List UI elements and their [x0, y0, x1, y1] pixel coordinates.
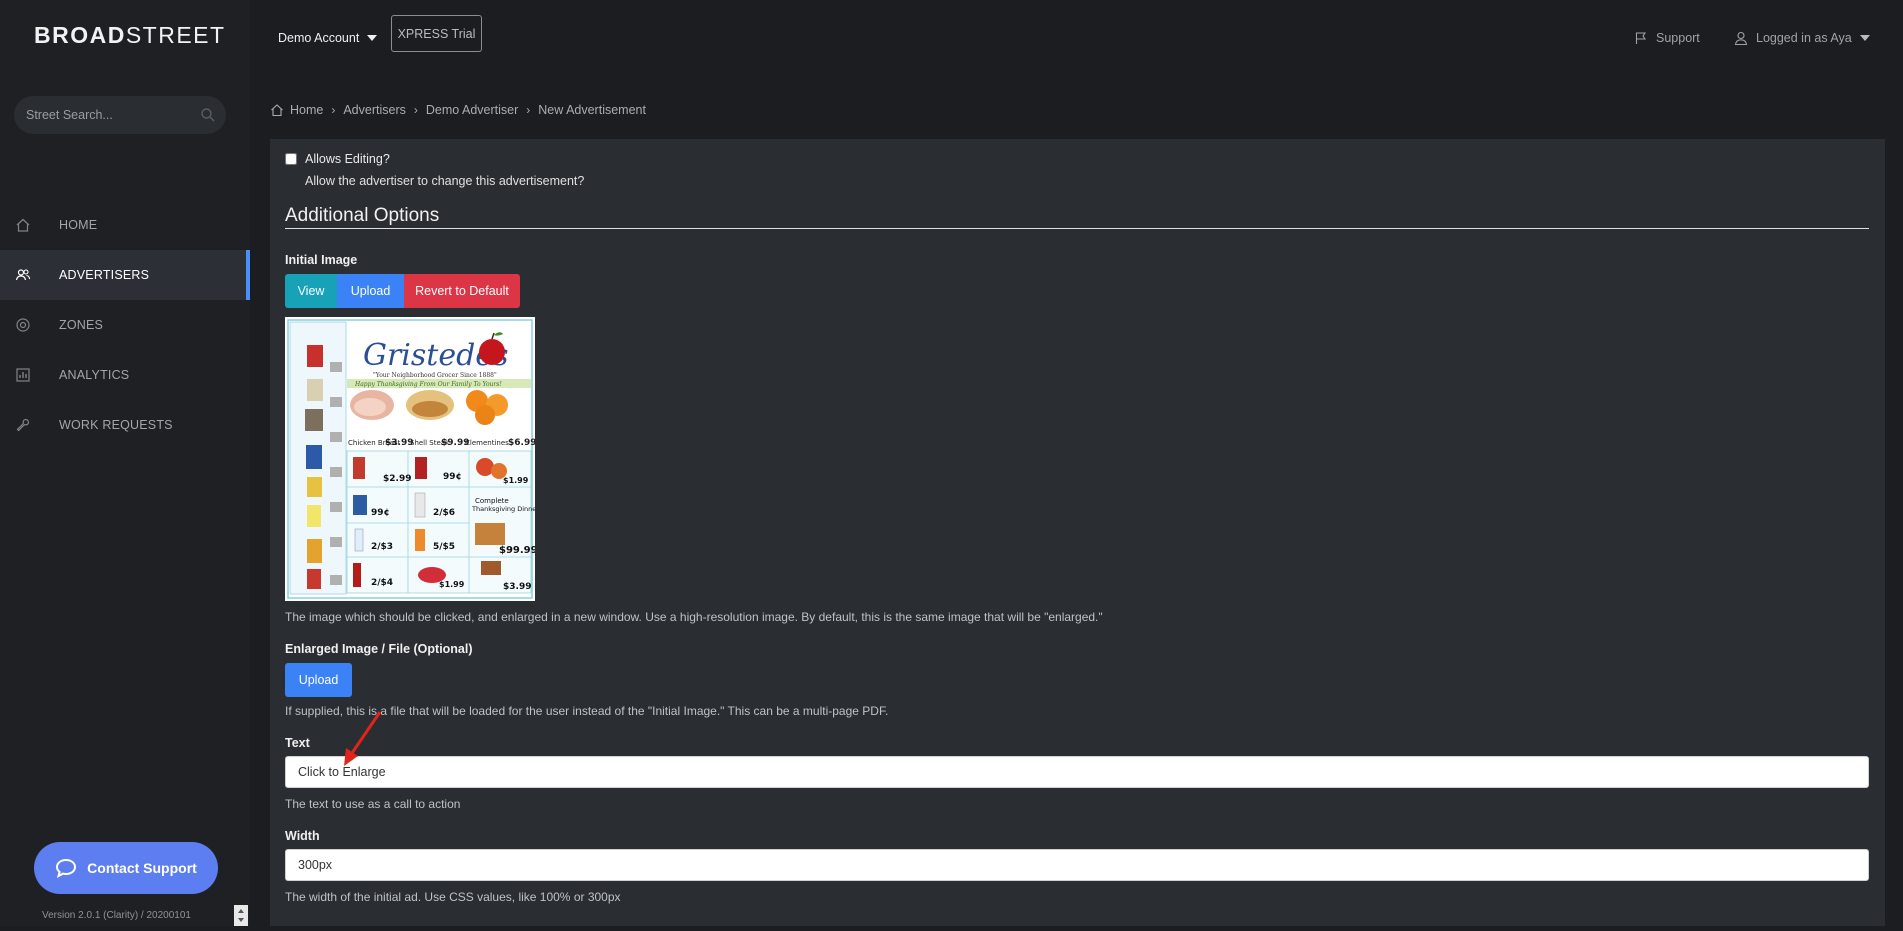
svg-text:2/$3: 2/$3	[371, 542, 393, 552]
breadcrumb-demo-advertiser[interactable]: Demo Advertiser	[426, 103, 518, 117]
xpress-trial-button[interactable]: XPRESS Trial	[391, 15, 482, 52]
contact-support-label: Contact Support	[87, 860, 197, 876]
chevron-down-icon	[367, 35, 378, 41]
brand-logo[interactable]: BROADSTREET	[34, 22, 226, 49]
wrench-icon	[16, 418, 30, 432]
scroll-arrows-icon	[238, 909, 244, 922]
sidebar-item-label: ZONES	[59, 318, 104, 332]
target-icon	[16, 318, 30, 332]
flyer-item-3: Clementines	[465, 439, 509, 447]
initial-image-preview: Gristedes "Your Neighborhood Grocer Sinc…	[285, 317, 535, 601]
width-label: Width	[285, 829, 320, 843]
initial-image-help: The image which should be clicked, and e…	[285, 610, 1103, 624]
user-label: Logged in as Aya	[1756, 31, 1852, 45]
svg-text:99¢: 99¢	[443, 472, 462, 482]
sidebar-item-work-requests[interactable]: WORK REQUESTS	[0, 400, 250, 450]
annotation-arrow-icon	[344, 711, 382, 766]
allows-editing-label: Allows Editing?	[305, 152, 390, 166]
upload-button[interactable]: Upload	[337, 274, 404, 308]
width-help: The width of the initial ad. Use CSS val…	[285, 890, 621, 904]
svg-text:2/$6: 2/$6	[433, 508, 455, 518]
chat-bubble-icon	[56, 858, 77, 878]
text-input[interactable]	[285, 756, 1869, 788]
svg-text:$3.99: $3.99	[503, 582, 531, 592]
enlarged-upload-button[interactable]: Upload	[285, 663, 352, 697]
home-icon	[271, 104, 283, 117]
section-title: Additional Options	[285, 205, 440, 226]
account-name: Demo Account	[278, 31, 360, 45]
chevron-right-icon: ›	[526, 103, 531, 117]
svg-text:5/$5: 5/$5	[433, 542, 455, 552]
flag-icon	[1635, 32, 1647, 44]
chevron-down-icon	[1859, 35, 1870, 41]
street-search-input[interactable]	[14, 96, 194, 134]
topbar: Demo Account XPRESS Trial Support Logged…	[250, 0, 1903, 80]
chevron-right-icon: ›	[331, 103, 336, 117]
form-panel: Allows Editing? Allow the advertiser to …	[270, 139, 1885, 926]
home-icon	[16, 218, 30, 232]
svg-text:$1.99: $1.99	[439, 580, 465, 589]
svg-text:$1.99: $1.99	[503, 476, 529, 485]
svg-text:2/$4: 2/$4	[371, 578, 393, 588]
contact-support-button[interactable]: Contact Support	[34, 842, 218, 894]
svg-text:$2.99: $2.99	[383, 474, 411, 484]
chart-icon	[16, 368, 30, 382]
sidebar-item-advertisers[interactable]: ADVERTISERS	[0, 250, 250, 300]
section-divider	[285, 228, 1869, 229]
breadcrumb: Home › Advertisers › Demo Advertiser › N…	[270, 103, 646, 117]
scrollbar[interactable]	[234, 905, 248, 926]
account-dropdown[interactable]: Demo Account	[278, 31, 378, 45]
user-icon	[1734, 31, 1748, 45]
revert-to-default-button[interactable]: Revert to Default	[404, 274, 520, 308]
breadcrumb-home[interactable]: Home	[290, 103, 323, 117]
text-label: Text	[285, 736, 310, 750]
sidebar-item-zones[interactable]: ZONES	[0, 300, 250, 350]
text-help: The text to use as a call to action	[285, 797, 461, 811]
svg-text:Complete: Complete	[475, 497, 509, 505]
allows-editing-row[interactable]: Allows Editing?	[285, 152, 390, 166]
breadcrumb-advertisers[interactable]: Advertisers	[343, 103, 406, 117]
sidebar-item-label: HOME	[59, 218, 98, 232]
breadcrumb-current: New Advertisement	[538, 103, 646, 117]
sidebar-item-label: WORK REQUESTS	[59, 418, 173, 432]
flyer-tagline: "Your Neighborhood Grocer Since 1888"	[373, 372, 497, 379]
width-input[interactable]	[285, 849, 1869, 881]
grocery-flyer-image: Gristedes "Your Neighborhood Grocer Sinc…	[285, 317, 535, 601]
enlarged-image-label: Enlarged Image / File (Optional)	[285, 642, 473, 656]
allows-editing-help: Allow the advertiser to change this adve…	[305, 174, 585, 188]
support-link[interactable]: Support	[1634, 31, 1700, 45]
svg-text:$99.99: $99.99	[499, 545, 535, 556]
flyer-price-3: $6.99	[508, 438, 535, 448]
initial-image-label: Initial Image	[285, 253, 358, 267]
svg-text:99¢: 99¢	[371, 508, 390, 518]
version-text: Version 2.0.1 (Clarity) / 20200101	[42, 910, 191, 921]
sidebar-item-label: ANALYTICS	[59, 368, 130, 382]
view-button[interactable]: View	[285, 274, 337, 308]
sidebar-item-analytics[interactable]: ANALYTICS	[0, 350, 250, 400]
chevron-right-icon: ›	[413, 103, 418, 117]
street-search	[14, 96, 226, 134]
allows-editing-checkbox[interactable]	[285, 153, 297, 165]
flyer-banner: Happy Thanksgiving From Our Family To Yo…	[354, 381, 502, 388]
sidebar-nav: HOME ADVERTISERS ZONES ANALYTICS WORK RE…	[0, 200, 250, 450]
support-label: Support	[1656, 31, 1700, 45]
sidebar-item-home[interactable]: HOME	[0, 200, 250, 250]
sidebar-item-label: ADVERTISERS	[59, 268, 150, 282]
sidebar: BROADSTREET HOME ADVERTISERS	[0, 0, 250, 926]
search-icon[interactable]	[200, 107, 216, 123]
svg-text:Thanksgiving Dinner: Thanksgiving Dinner	[471, 505, 535, 513]
user-menu[interactable]: Logged in as Aya	[1734, 31, 1870, 45]
flyer-product-grid: $2.99 99¢ $1.99 99¢ 2/$6 Complete Thanks…	[346, 450, 535, 594]
users-icon	[15, 269, 31, 281]
